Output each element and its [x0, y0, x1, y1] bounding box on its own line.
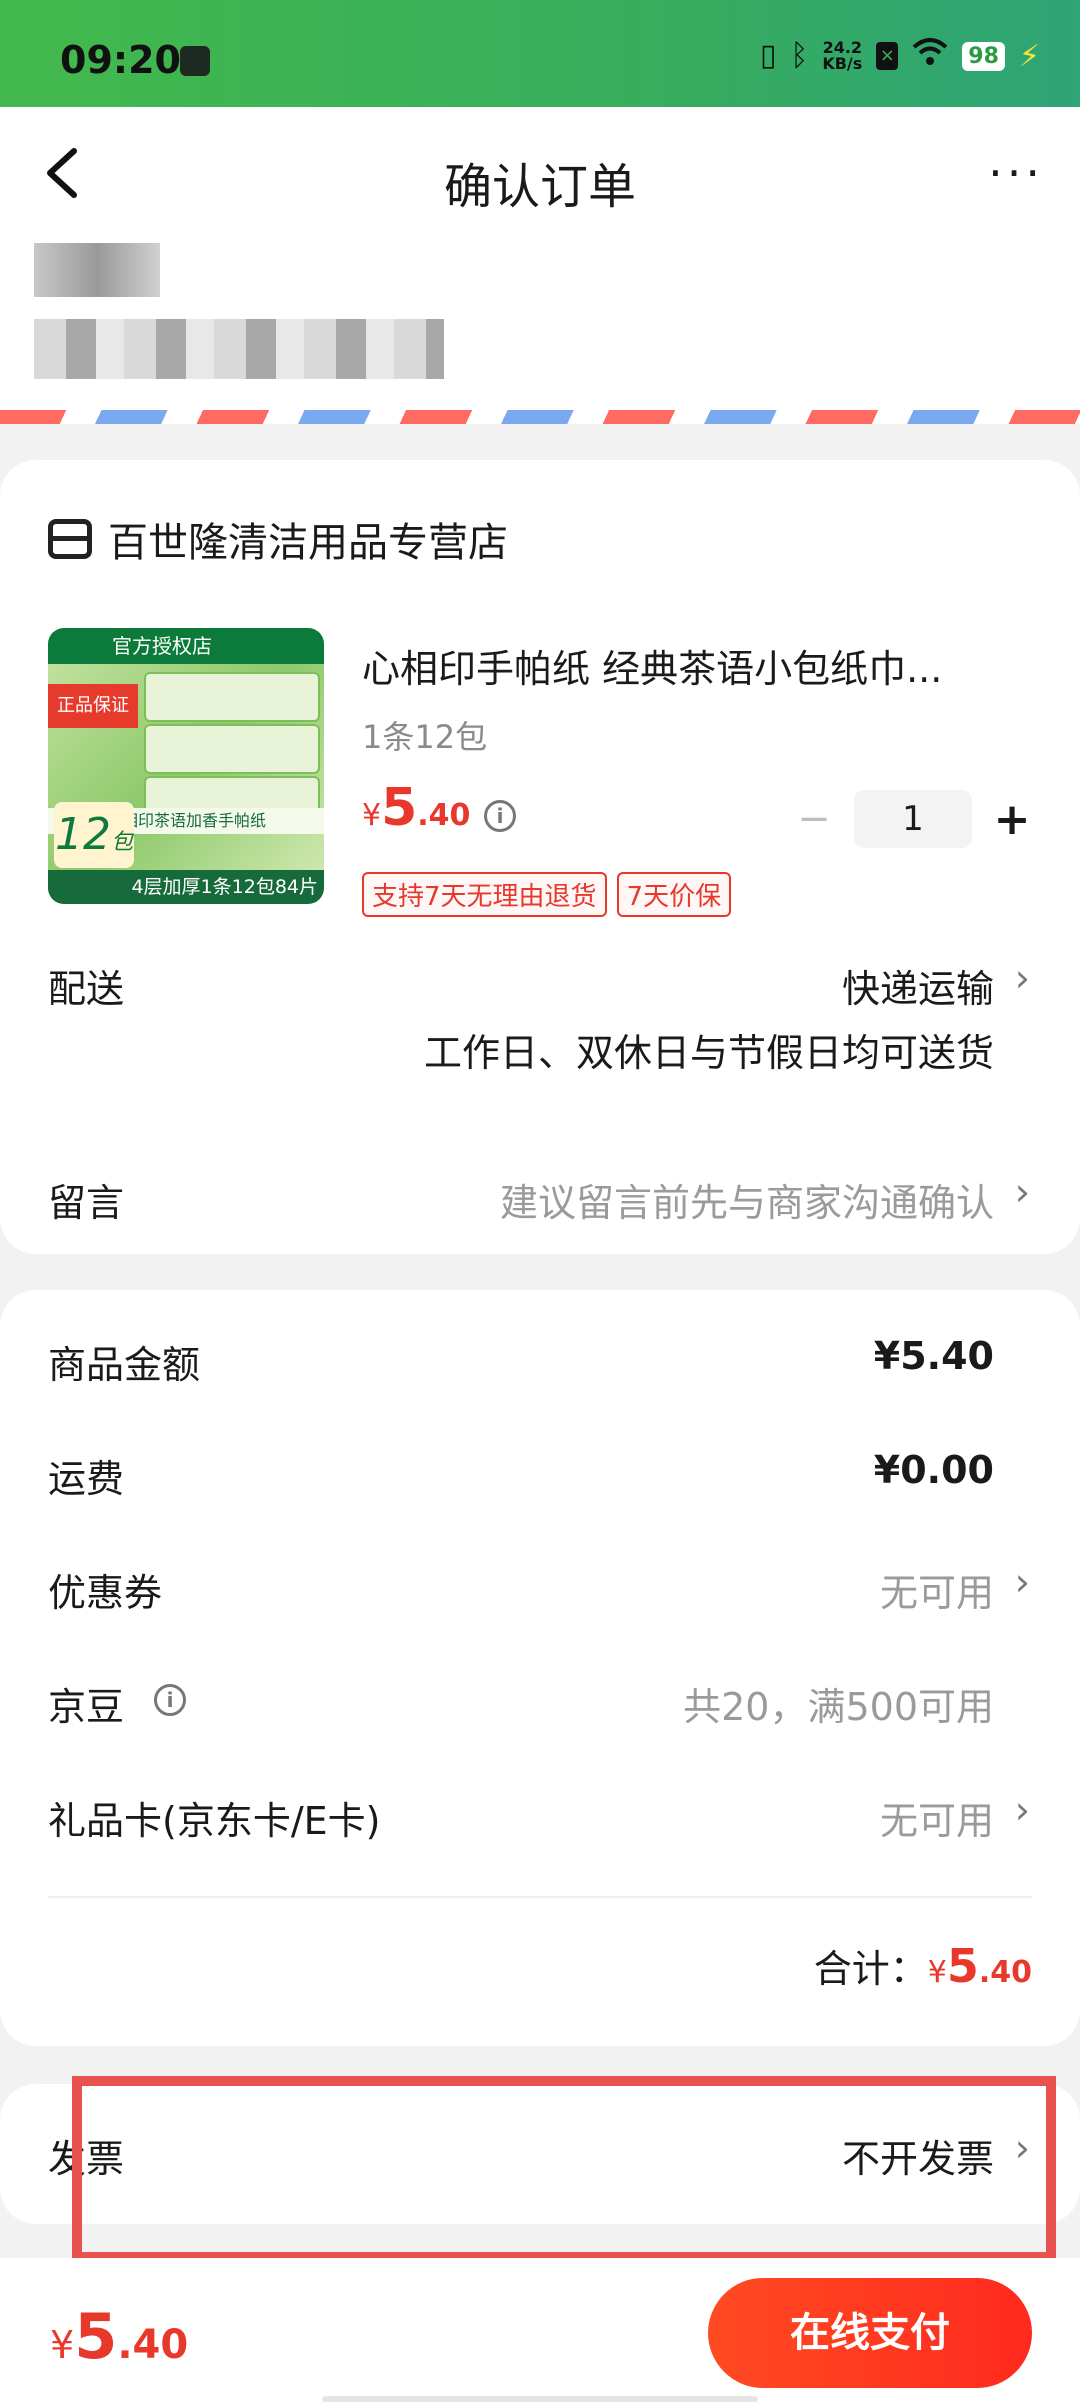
price-decimal: .40	[417, 798, 471, 833]
chevron-right-icon: ›	[1014, 1560, 1030, 1604]
vibrate-icon: ▯	[759, 38, 777, 73]
image-count-unit: 包	[110, 830, 133, 855]
total-symbol: ¥	[927, 1955, 947, 1990]
image-pack	[144, 672, 320, 722]
home-indicator[interactable]	[322, 2396, 758, 2402]
delivery-method: 快递运输	[841, 967, 994, 1011]
battery-icon: 98	[962, 41, 1005, 71]
more-button[interactable]: ···	[988, 150, 1044, 196]
shipping-value: ¥0.00	[873, 1448, 994, 1492]
total-integer: 5	[946, 1939, 979, 1993]
store-icon	[48, 519, 92, 559]
price-summary-card: 商品金额 ¥5.40 运费 ¥0.00 优惠券 无可用 › 京豆 i 共20，满…	[0, 1290, 1080, 2046]
delivery-label: 配送	[48, 967, 125, 1011]
message-input[interactable]: 建议留言前先与商家沟通确认	[500, 1172, 994, 1227]
order-item-card: 百世隆清洁用品专营店 官方授权店 正品保证 心相印茶语加香手帕纸 12包 4层加…	[0, 460, 1080, 1254]
bottom-pay-bar: ¥5.40 在线支付	[0, 2258, 1080, 2408]
app-notification-icon	[180, 46, 210, 76]
signal-x-icon: ×	[876, 42, 899, 70]
price-integer: 5	[381, 778, 418, 838]
image-official-badge: 官方授权店	[48, 628, 324, 664]
status-icons: ▯ ᛒ 24.2 KB/s × 98 ⚡	[760, 36, 1040, 76]
bottom-price-symbol: ¥	[50, 2323, 75, 2367]
bottom-price-integer: 5	[74, 2300, 118, 2373]
chevron-right-icon: ›	[1014, 1170, 1030, 1214]
status-bar: 09:20 ▯ ᛒ 24.2 KB/s × 98 ⚡	[0, 0, 1080, 107]
store-name: 百世隆清洁用品专营店	[108, 520, 508, 566]
jingdou-value: 共20，满500可用	[683, 1685, 994, 1729]
goods-amount-value: ¥5.40	[873, 1334, 994, 1378]
product-spec: 1条12包	[362, 718, 488, 756]
delivery-note: 工作日、双休日与节假日均可送货	[423, 1031, 994, 1075]
coupon-label: 优惠券	[48, 1571, 163, 1615]
goods-amount-label: 商品金额	[48, 1343, 201, 1387]
coupon-value: 无可用	[879, 1571, 994, 1615]
image-bottom-banner: 4层加厚1条12包84片	[48, 870, 324, 904]
status-time: 09:20	[60, 38, 181, 82]
price-info-icon[interactable]: i	[484, 800, 516, 832]
tag-price-protect: 7天价保	[616, 872, 732, 917]
quantity-stepper: − 1 +	[794, 790, 1032, 848]
summary-divider	[48, 1896, 1032, 1898]
bluetooth-icon: ᛒ	[790, 38, 809, 73]
image-pack	[144, 724, 320, 774]
giftcard-label: 礼品卡(京东卡/E卡)	[48, 1799, 381, 1843]
total-decimal: .40	[978, 1955, 1032, 1990]
tag-return: 支持7天无理由退货	[362, 872, 607, 917]
quantity-plus-button[interactable]: +	[992, 794, 1032, 845]
quantity-value[interactable]: 1	[854, 790, 972, 848]
product-title[interactable]: 心相印手帕纸 经典茶语小包纸巾...	[362, 638, 1042, 693]
image-genuine-badge: 正品保证	[48, 684, 138, 728]
chevron-right-icon: ›	[1014, 956, 1030, 1000]
image-count-number: 12	[54, 809, 111, 860]
image-count: 12包	[54, 802, 134, 868]
store-row[interactable]: 百世隆清洁用品专营店	[48, 510, 508, 568]
message-label: 留言	[48, 1181, 125, 1225]
charging-icon: ⚡	[1018, 38, 1040, 74]
service-tags: 支持7天无理由退货 7天价保	[362, 872, 732, 917]
price-symbol: ¥	[362, 798, 382, 833]
network-speed: 24.2 KB/s	[822, 40, 862, 72]
product-price: ¥5.40	[362, 778, 470, 838]
header: 确认订单 ···	[0, 107, 1080, 237]
pay-online-button[interactable]: 在线支付	[708, 2278, 1032, 2388]
giftcard-value: 无可用	[879, 1799, 994, 1843]
quantity-minus-button[interactable]: −	[794, 796, 834, 842]
page-title: 确认订单	[443, 159, 636, 215]
highlight-annotation	[72, 2076, 1056, 2262]
address-section[interactable]	[0, 237, 1080, 412]
chevron-right-icon: ›	[1014, 1788, 1030, 1832]
bottom-price-decimal: .40	[117, 2322, 189, 2368]
blurred-name	[34, 243, 160, 297]
jingdou-info-icon[interactable]: i	[154, 1684, 186, 1716]
blurred-address	[34, 319, 444, 379]
product-image[interactable]: 官方授权店 正品保证 心相印茶语加香手帕纸 12包 4层加厚1条12包84片	[48, 628, 324, 904]
order-total: 合计：¥5.40	[814, 1938, 1032, 1993]
jingdou-label: 京豆	[48, 1685, 125, 1729]
wifi-icon	[912, 37, 948, 76]
network-speed-unit: KB/s	[822, 54, 863, 73]
address-stripe	[0, 410, 1080, 424]
total-label: 合计：	[813, 1947, 928, 1991]
bottom-total-price: ¥5.40	[50, 2300, 188, 2373]
shipping-label: 运费	[48, 1457, 125, 1501]
